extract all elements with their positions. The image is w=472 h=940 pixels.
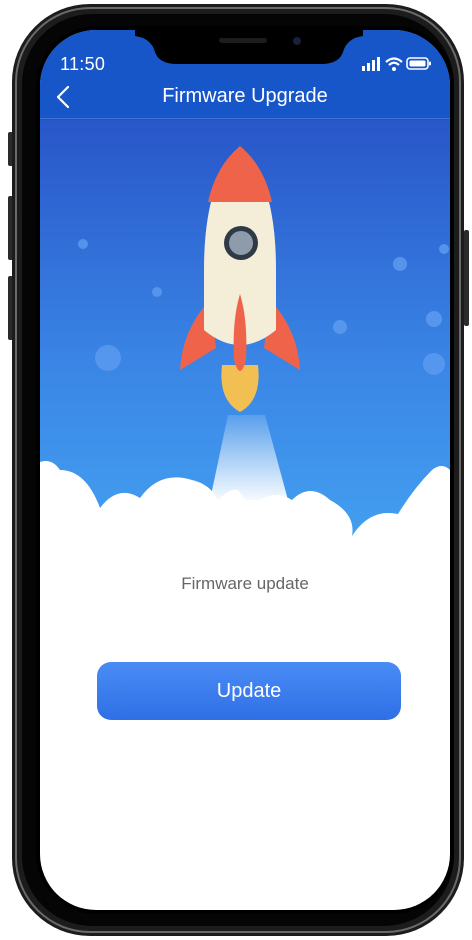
wifi-icon (385, 57, 403, 71)
firmware-message: Firmware update (181, 574, 309, 593)
page-title: Firmware Upgrade (162, 85, 328, 107)
status-bar: 11:50 (40, 30, 450, 80)
navigation-bar: Firmware Upgrade (40, 78, 450, 118)
nav-divider (40, 118, 450, 119)
status-icons (362, 57, 431, 71)
status-time: 11:50 (60, 54, 106, 74)
screen: 11:50 Firmware Upgrade Firmware update U… (40, 30, 450, 910)
cellular-signal-icon (362, 57, 380, 71)
update-button[interactable]: Update (97, 662, 401, 720)
phone-mockup: 11:50 Firmware Upgrade Firmware update U… (0, 0, 472, 940)
battery-icon (406, 57, 431, 70)
